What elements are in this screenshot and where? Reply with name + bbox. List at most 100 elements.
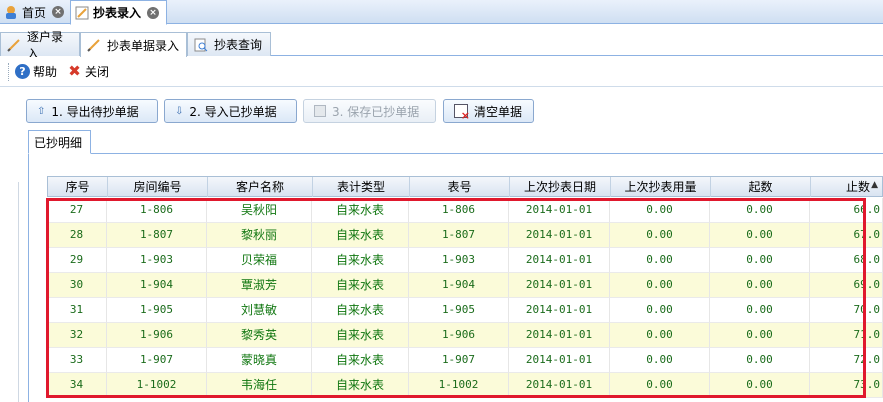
cell-last-usage: 0.00 [610, 198, 710, 223]
table-row[interactable]: 29 1-903 贝荣福 自来水表 1-903 2014-01-01 0.00 0.00 68.… [47, 248, 883, 273]
column-header-room[interactable]: 房间编号 [108, 177, 208, 197]
column-header-last-date[interactable]: 上次抄表日期 [510, 177, 611, 197]
cell-end: 68.0 [810, 248, 883, 273]
cell-room: 1-905 [107, 298, 207, 323]
search-doc-icon [194, 38, 208, 52]
close-x-icon: ✖ [68, 62, 81, 80]
cell-meter-type: 自来水表 [312, 323, 409, 348]
top-tab-bar: 首页 × 抄表录入 × [0, 0, 883, 25]
cell-meter-type: 自来水表 [312, 248, 409, 273]
cell-meter-type: 自来水表 [312, 298, 409, 323]
cell-last-usage: 0.00 [610, 273, 710, 298]
cell-last-date: 2014-01-01 [509, 348, 610, 373]
cell-end: 72.0 [810, 348, 883, 373]
clear-bills-button[interactable]: 清空单据 [443, 99, 534, 123]
toolbar-grip [8, 62, 11, 81]
table-row[interactable]: 28 1-807 黎秋丽 自来水表 1-807 2014-01-01 0.00 0.00 67.… [47, 223, 883, 248]
save-read-button[interactable]: 3. 保存已抄单据 [303, 99, 436, 123]
cell-customer: 黎秋丽 [207, 223, 312, 248]
cell-start: 0.00 [710, 373, 810, 398]
column-header-customer[interactable]: 客户名称 [208, 177, 313, 197]
cell-meter-no: 1-806 [409, 198, 509, 223]
panel-tab-label: 已抄明细 [34, 135, 83, 150]
cell-customer: 韦海任 [207, 373, 312, 398]
cell-meter-no: 1-904 [409, 273, 509, 298]
cell-seq: 33 [47, 348, 107, 373]
table-row[interactable]: 31 1-905 刘慧敏 自来水表 1-905 2014-01-01 0.00 0.00 70.… [47, 298, 883, 323]
cell-end: 66.0 [810, 198, 883, 223]
cell-last-date: 2014-01-01 [509, 248, 610, 273]
tab-meter-bill-entry[interactable]: 抄表单据录入 [80, 32, 187, 57]
column-header-start[interactable]: 起数 [711, 177, 811, 197]
cell-customer: 覃淑芳 [207, 273, 312, 298]
cell-room: 1-906 [107, 323, 207, 348]
tab-meter-entry-label: 抄表录入 [93, 6, 142, 20]
cell-start: 0.00 [710, 198, 810, 223]
table-row[interactable]: 32 1-906 黎秀英 自来水表 1-906 2014-01-01 0.00 0.00 71.… [47, 323, 883, 348]
tab-home-label: 首页 [22, 5, 47, 20]
cell-last-date: 2014-01-01 [509, 198, 610, 223]
cell-seq: 28 [47, 223, 107, 248]
cell-last-usage: 0.00 [610, 248, 710, 273]
table-row[interactable]: 33 1-907 蒙晓真 自来水表 1-907 2014-01-01 0.00 0.00 72.… [47, 348, 883, 373]
import-read-button[interactable]: ⇩ 2. 导入已抄单据 [164, 99, 297, 123]
cell-meter-no: 1-807 [409, 223, 509, 248]
close-label: 关闭 [85, 65, 110, 79]
cell-customer: 贝荣福 [207, 248, 312, 273]
cell-seq: 29 [47, 248, 107, 273]
scroll-up-icon[interactable]: ▲ [871, 180, 878, 190]
tab-home[interactable]: 首页 × [0, 0, 70, 24]
home-icon [4, 5, 18, 19]
cell-end: 73.0 [810, 373, 883, 398]
cell-start: 0.00 [710, 298, 810, 323]
cell-seq: 27 [47, 198, 107, 223]
cell-last-usage: 0.00 [610, 373, 710, 398]
column-header-meter-type[interactable]: 表计类型 [313, 177, 410, 197]
column-header-seq[interactable]: 序号 [48, 177, 108, 197]
close-button[interactable]: ✖ 关闭 [67, 63, 109, 80]
column-header-last-usage[interactable]: 上次抄表用量 [611, 177, 711, 197]
clear-label: 清空单据 [474, 104, 523, 119]
help-button[interactable]: ? 帮助 [15, 63, 57, 80]
column-header-meter-no[interactable]: 表号 [410, 177, 510, 197]
cell-seq: 34 [47, 373, 107, 398]
cell-seq: 32 [47, 323, 107, 348]
cell-meter-no: 1-907 [409, 348, 509, 373]
cell-meter-no: 1-905 [409, 298, 509, 323]
help-label: 帮助 [33, 65, 58, 79]
save-label: 3. 保存已抄单据 [332, 104, 420, 119]
tab-read-details[interactable]: 已抄明细 [28, 130, 91, 154]
cell-room: 1-904 [107, 273, 207, 298]
tab-per-household-entry[interactable]: 逐户录入 [0, 30, 80, 61]
cell-last-date: 2014-01-01 [509, 298, 610, 323]
tab-label: 抄表查询 [214, 38, 263, 52]
tab-meter-entry[interactable]: 抄表录入 × [70, 0, 167, 25]
pencil-icon [7, 38, 21, 52]
cell-meter-type: 自来水表 [312, 273, 409, 298]
table-row[interactable]: 34 1-1002 韦海任 自来水表 1-1002 2014-01-01 0.00 0.00 7… [47, 373, 883, 398]
cell-room: 1-903 [107, 248, 207, 273]
grid-body: 27 1-806 吴秋阳 自来水表 1-806 2014-01-01 0.00 0.00 66.… [47, 198, 883, 402]
cell-customer: 吴秋阳 [207, 198, 312, 223]
cell-customer: 黎秀英 [207, 323, 312, 348]
cell-room: 1-806 [107, 198, 207, 223]
cell-meter-no: 1-903 [409, 248, 509, 273]
table-row[interactable]: 27 1-806 吴秋阳 自来水表 1-806 2014-01-01 0.00 0.00 66.… [47, 198, 883, 223]
cell-room: 1-1002 [107, 373, 207, 398]
cell-seq: 30 [47, 273, 107, 298]
table-row[interactable]: 30 1-904 覃淑芳 自来水表 1-904 2014-01-01 0.00 0.00 69.… [47, 273, 883, 298]
cell-meter-type: 自来水表 [312, 348, 409, 373]
close-icon[interactable]: × [52, 6, 65, 18]
cell-meter-type: 自来水表 [312, 373, 409, 398]
cell-last-usage: 0.00 [610, 348, 710, 373]
export-pending-button[interactable]: ⇧ 1. 导出待抄单据 [26, 99, 158, 123]
cell-seq: 31 [47, 298, 107, 323]
pencil-icon [87, 38, 101, 52]
cell-customer: 刘慧敏 [207, 298, 312, 323]
close-icon[interactable]: × [147, 6, 160, 19]
grid-header: 序号 房间编号 客户名称 表计类型 表号 上次抄表日期 上次抄表用量 起数 止数… [47, 176, 883, 197]
cell-customer: 蒙晓真 [207, 348, 312, 373]
cell-meter-type: 自来水表 [312, 198, 409, 223]
tab-meter-query[interactable]: 抄表查询 [187, 32, 271, 56]
cell-last-date: 2014-01-01 [509, 273, 610, 298]
